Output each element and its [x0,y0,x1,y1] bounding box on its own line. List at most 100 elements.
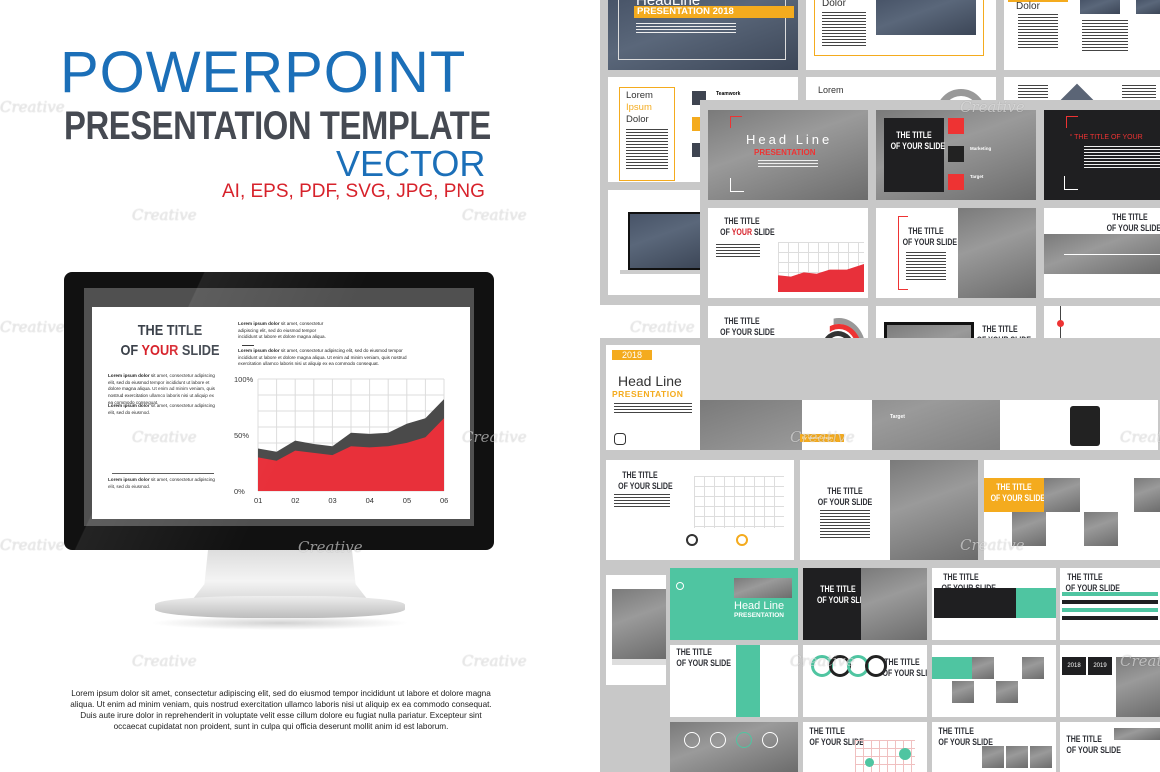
thumb-subtitle: PRESENTATION 2018 [634,6,794,18]
thumb-orange-photo-title[interactable]: THE TITLE OF YOUR SLIDE [800,460,978,560]
thumb-teal-years[interactable]: 2018 2019 [1060,645,1160,717]
title-line1: THE TITLE [908,226,944,236]
title-line1: THE TITLE [809,726,845,736]
thumb-orange-line-chart[interactable]: THE TITLE OF YOUR SLIDE [606,460,794,560]
thumb-teal-laptop[interactable] [606,575,666,685]
thumb-red-icons[interactable]: THE TITLE OF YOUR SLIDE Marketing Target [876,110,1036,200]
slide-title-line2: OF YOUR SLIDE [119,341,221,361]
stat-circle [686,534,698,546]
thumb-yellow-dolor-photo[interactable]: Dolor [806,0,996,70]
thumb-yellow-dolor-icons[interactable]: Dolor [1004,0,1160,70]
year-badge: 2018 [612,350,652,360]
thumb-yellow-cover[interactable]: HeadLine PRESENTATION 2018 [608,0,798,70]
thumb-title: THE TITLEOF YOUR SLIDE [1107,212,1160,235]
year-box: 2018 [1062,657,1086,675]
thumb-teal-cover[interactable]: Head Line PRESENTATION [670,568,798,640]
title-line1: THE TITLE [724,316,760,326]
monitor-frame: THE TITLE OF YOUR SLIDE Lorem ipsum dolo… [64,272,494,550]
megaphone-icon [948,146,964,162]
phone-device [1070,406,1100,446]
title-line1: THE TITLE [982,324,1018,334]
target-label: Target [970,174,984,179]
watermark: Creative [0,536,65,554]
hero-title-vector: VECTOR [336,143,486,184]
thumb-red-chart[interactable]: THE TITLE OF YOUR SLIDE [708,208,868,298]
mini-chart-grid [694,476,784,528]
thumb-red-timeline[interactable]: THE TITLE OF YOUR SLIDE [1044,208,1160,298]
thumb-photo [1114,728,1160,740]
title-line2: OF YOUR SLIDE [817,497,873,508]
thumb-teal-gallery[interactable] [932,645,1056,717]
slide-paragraph-1: Lorem ipsum dolor sit amet, consectetur … [108,373,216,406]
ipsum-word: Ipsum [626,102,652,113]
title-line1: THE TITLE [943,572,979,582]
thumb-title: THE TITLEOF YOUR SLIDE [618,470,672,493]
title-line1: THE TITLE [1066,734,1102,744]
thumb-red-quote[interactable]: “ THE TITLE OF YOUR [1044,110,1160,200]
x-tick-label: 05 [403,496,411,505]
thumb-text-lines [636,23,736,35]
title-line1: THE TITLE [884,657,920,667]
thumb-orange-photo-strip[interactable]: By Vector Design Target [700,400,1158,450]
thumb-dolor-label: Dolor [1016,1,1040,12]
title-line2: OF YOUR SLIDE [902,237,958,248]
slide-paragraph-3: Lorem ipsum dolor sit amet, consectetur … [108,477,216,490]
thumb-teal-wave[interactable]: THE TITLEOF YOUR SLIDE [803,645,927,717]
laptop-base [612,659,666,665]
quote-mark: “ THE TITLE OF [1070,134,1123,141]
thumb-photo [1022,657,1044,679]
title-line2: OF YOUR SLIDE [890,141,946,152]
thumb-photo [982,746,1004,768]
thumb-teal-steps[interactable]: THE TITLE OF YOUR SLIDE [1060,568,1160,640]
dolor-word: Dolor [626,114,649,125]
y-tick-label: 0% [234,487,245,496]
thumb-teal-list[interactable]: THE TITLE OF YOUR SLIDE [1060,722,1160,772]
thumb-teal-people[interactable]: THE TITLE OF YOUR SLIDE [670,645,798,717]
hexagon-icon [614,433,626,445]
thumb-text-lines [758,160,818,168]
slide-top-note-bold: Lorem ipsum dolor [238,321,280,326]
title-line1: THE TITLE [996,482,1032,492]
y-tick-label: 50% [234,431,249,440]
title-line2: OF YOUR SLIDE [676,658,731,669]
title-line2: OF YOUR SLIDE [1066,745,1121,756]
thumb-laptop-photo[interactable] [608,190,700,295]
thumb-photo [1084,512,1118,546]
thumb-teal-dark-photo[interactable]: THE TITLE OF YOUR SLIDE [803,568,927,640]
thumb-teal-bubble-chart[interactable]: THE TITLE OF YOUR SLIDE [803,722,927,772]
x-tick-label: 03 [328,496,336,505]
corner-mark [730,178,744,192]
step-bar [1062,608,1158,612]
thumb-title: THE TITLEOF YOUR SLIDE [676,647,731,670]
thumb-orange-grid[interactable]: THE TITLE OF YOUR SLIDE [984,460,1160,560]
thumb-teal-photo-row[interactable]: THE TITLE OF YOUR SLIDE [932,722,1056,772]
slide-mid-note: Lorem ipsum dolor sit amet, consectetur … [238,348,418,368]
thumb-photo [734,578,792,598]
slide-title-line1: THE TITLE [137,322,203,339]
thumb-red-photo-title[interactable]: THE TITLE OF YOUR SLIDE [876,208,1036,298]
teamwork-icon [948,118,964,134]
watermark: Creative [132,652,197,670]
thumb-text-lines [626,129,668,169]
monitor-stand-shadow [150,616,410,630]
thumb-photo [1044,478,1080,512]
slide-title-of: OF [120,342,139,360]
thumb-title: THE TITLEOF YOUR SLIDE [991,482,1045,505]
x-tick-label: 01 [254,496,262,505]
thumb-headline: Head Line [734,600,785,612]
title-line2: OF YOUR SLIDE [816,595,872,606]
circle-icon [710,732,726,748]
thumb-teal-icons-photo[interactable] [670,722,798,772]
thumb-orange-cover[interactable]: 2018 Head Line PRESENTATION [606,345,700,450]
slide-title-slide: SLIDE [181,342,220,360]
thumb-teal-avatars[interactable]: THE TITLEOF YOUR SLIDE [932,568,1056,640]
file-formats-label: AI, EPS, PDF, SVG, JPG, PNG [222,181,485,202]
thumb-title: THE TITLEOF YOUR SLIDE [902,226,958,249]
title-line1: THE TITLE [820,584,856,594]
thumb-red-cover[interactable]: Head Line PRESENTATION [708,110,868,200]
dark-panel [934,588,1016,618]
title-line1: THE TITLE [938,726,974,736]
thumb-photo [1080,0,1120,14]
watermark: Creative [0,318,65,336]
watermark: Creative [0,98,65,116]
